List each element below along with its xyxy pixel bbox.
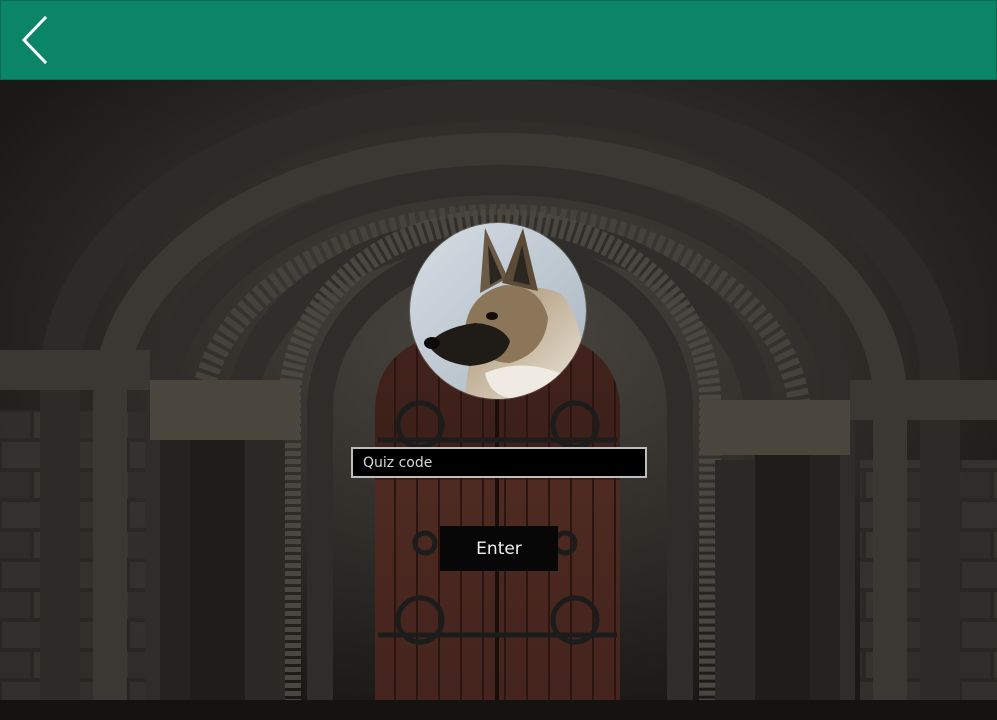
chevron-left-icon	[21, 15, 48, 65]
enter-button[interactable]: Enter	[440, 526, 558, 571]
quiz-code-input[interactable]	[351, 447, 647, 478]
dog-portrait-image	[410, 223, 586, 399]
archway-background-image	[0, 80, 997, 720]
top-app-bar	[0, 0, 997, 80]
back-button[interactable]	[15, 13, 59, 67]
quiz-entry-screen: Enter	[0, 0, 997, 720]
